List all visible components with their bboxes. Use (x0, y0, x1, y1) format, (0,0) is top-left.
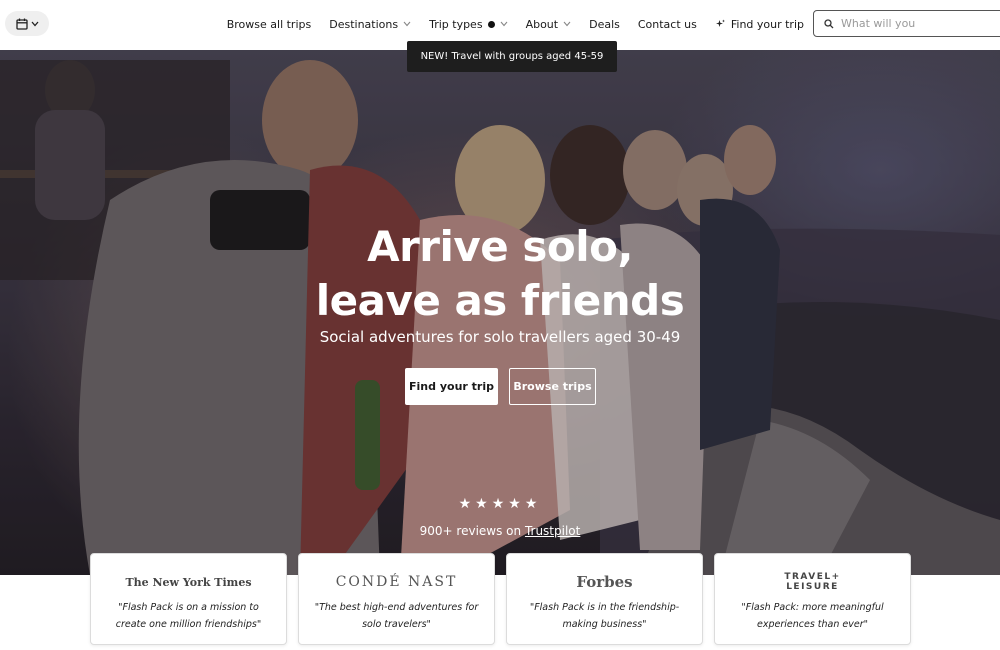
nav-item-label: Find your trip (730, 17, 804, 31)
search-box[interactable] (813, 10, 1000, 37)
press-quote: "Flash Pack: more meaningful experiences… (741, 602, 884, 630)
find-your-trip-button[interactable]: Find your trip (405, 368, 498, 405)
chevron-down-icon (403, 21, 411, 27)
nav-item-browse-all-trips[interactable]: Browse all trips (227, 18, 312, 31)
headline-line-1: Arrive solo, (367, 222, 633, 271)
calendar-icon (15, 18, 28, 30)
nav-item-label: Deals (589, 17, 620, 31)
press-card-forbes: Forbes "Flash Pack is in the friendship-… (506, 553, 703, 645)
travel-leisure-logo: TRAVEL+ LEISURE (784, 572, 841, 592)
reviews-count: 900+ reviews on (419, 524, 522, 538)
press-card-conde-nast: CONDÉ NAST "The best high-end adventures… (298, 553, 495, 645)
press-quote: "The best high-end adventures for solo t… (314, 602, 479, 630)
nav-item-destinations[interactable]: Destinations (329, 18, 411, 31)
search-icon (824, 18, 834, 28)
trustpilot-link[interactable]: Trustpilot (525, 524, 580, 538)
hero-section: Arrive solo, leave as friends Social adv… (0, 50, 1000, 575)
rating-stars: ★★★★★ (458, 496, 542, 512)
forbes-logo: Forbes (576, 573, 633, 591)
nav-item-label: Browse all trips (226, 17, 312, 31)
reviews-summary: 900+ reviews on Trustpilot (0, 524, 1000, 538)
hero-subheadline: Social adventures for solo travellers ag… (319, 328, 681, 346)
press-quote: "Flash Pack is in the friendship-making … (529, 602, 680, 630)
headline-line-2: leave as friends (315, 276, 685, 325)
hero-headline: Arrive solo, leave as friends (0, 220, 1000, 328)
chevron-down-icon (563, 21, 571, 27)
nav-item-find-your-trip[interactable]: Find your trip (715, 18, 804, 31)
press-quote: "Flash Pack is on a mission to create on… (115, 602, 262, 630)
tooltip-text: NEW! Travel with groups aged 45-59 (420, 51, 604, 62)
calendar-button[interactable] (5, 11, 49, 36)
search-input[interactable] (841, 17, 991, 30)
nav-item-trip-types[interactable]: Trip types (429, 18, 507, 31)
conde-nast-logo: CONDÉ NAST (335, 574, 458, 590)
nav-item-label: Trip types (429, 17, 483, 31)
nav-item-deals[interactable]: Deals (589, 18, 620, 31)
new-indicator-dot (487, 20, 495, 28)
chevron-down-icon (31, 21, 38, 26)
nav-item-about[interactable]: About (526, 18, 572, 31)
press-card-travel-leisure: TRAVEL+ LEISURE "Flash Pack: more meanin… (714, 553, 911, 645)
nav-item-label: About (525, 17, 559, 31)
nyt-logo: The New York Times (125, 575, 252, 589)
nav-item-contact-us[interactable]: Contact us (638, 18, 697, 31)
nav-item-label: Destinations (329, 17, 399, 31)
nav-item-label: Contact us (637, 17, 697, 31)
trip-types-tooltip: NEW! Travel with groups aged 45-59 (407, 41, 617, 72)
browse-trips-button[interactable]: Browse trips (509, 368, 596, 405)
sparkle-icon (715, 19, 725, 27)
chevron-down-icon (500, 21, 507, 27)
press-card-nyt: The New York Times "Flash Pack is on a m… (90, 553, 287, 645)
